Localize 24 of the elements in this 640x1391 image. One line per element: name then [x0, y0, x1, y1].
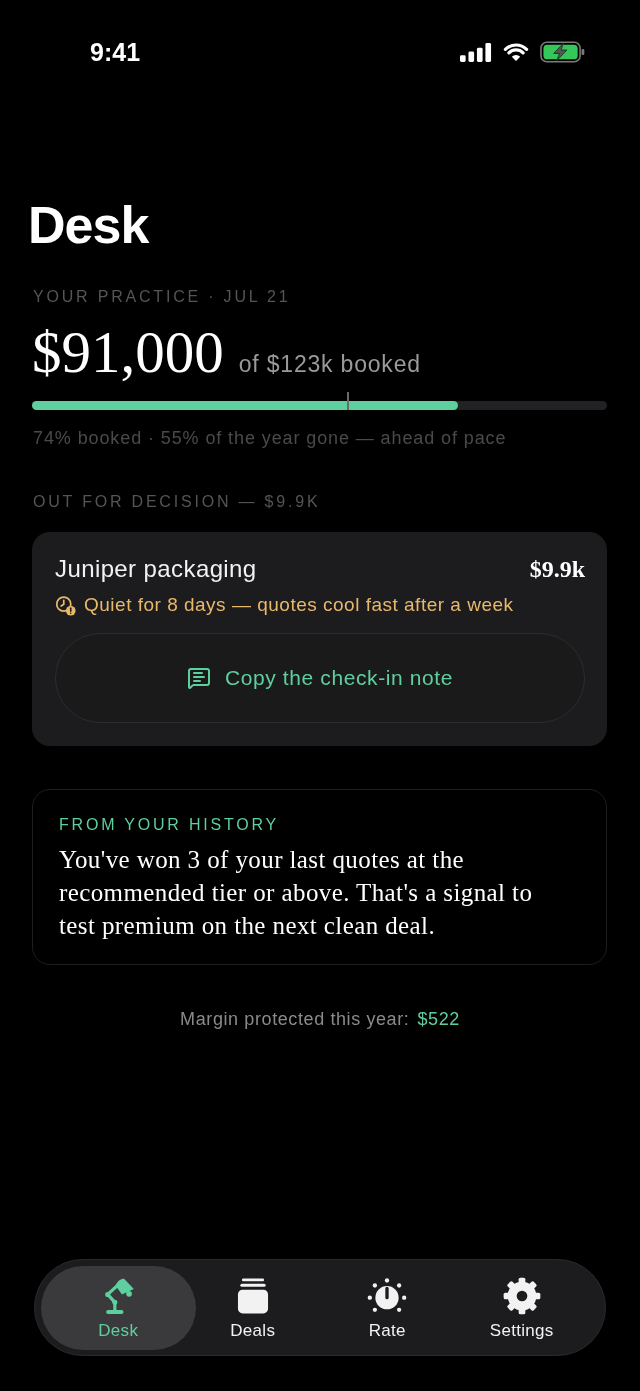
- nav-tab[interactable]: Settings: [454, 1266, 589, 1350]
- booked-amount: $91,000: [32, 320, 224, 384]
- message-icon: [187, 666, 211, 690]
- insight-text: You've won 3 of your last quotes at the recommended tier or above. That's a signal to test premium on the next clean deal.: [59, 845, 534, 941]
- page-title: Desk: [28, 195, 149, 255]
- wifi-icon: [502, 42, 530, 62]
- section-label: OUT FOR DECISION — $9.9K: [33, 492, 321, 512]
- progress-caption: 74% booked · 55% of the year gone — ahead of pace: [33, 428, 507, 448]
- signal-icon: [460, 42, 492, 62]
- settings-icon: [501, 1275, 542, 1316]
- section-label: FROM YOUR HISTORY: [59, 815, 280, 835]
- status-time: 9:41: [90, 37, 141, 68]
- margin-label: Margin protected this year:: [180, 1009, 410, 1029]
- booked-goal-note: of $123k booked: [238, 351, 421, 378]
- clock-alert-icon: [55, 594, 76, 616]
- section-label: YOUR PRACTICE · JUL 21: [33, 287, 291, 307]
- deal-name: Juniper packaging: [55, 555, 257, 583]
- nav-tab[interactable]: Rate: [320, 1266, 455, 1350]
- nav-tab[interactable]: Desk: [41, 1266, 196, 1350]
- deal-value: $9.9k: [529, 555, 585, 583]
- copy-note-button[interactable]: Copy the check-in note: [55, 633, 585, 723]
- margin-value: $522: [417, 1009, 460, 1029]
- battery-icon: [540, 41, 585, 63]
- deal-status-text: Quiet for 8 days — quotes cool fast after a week: [84, 594, 514, 616]
